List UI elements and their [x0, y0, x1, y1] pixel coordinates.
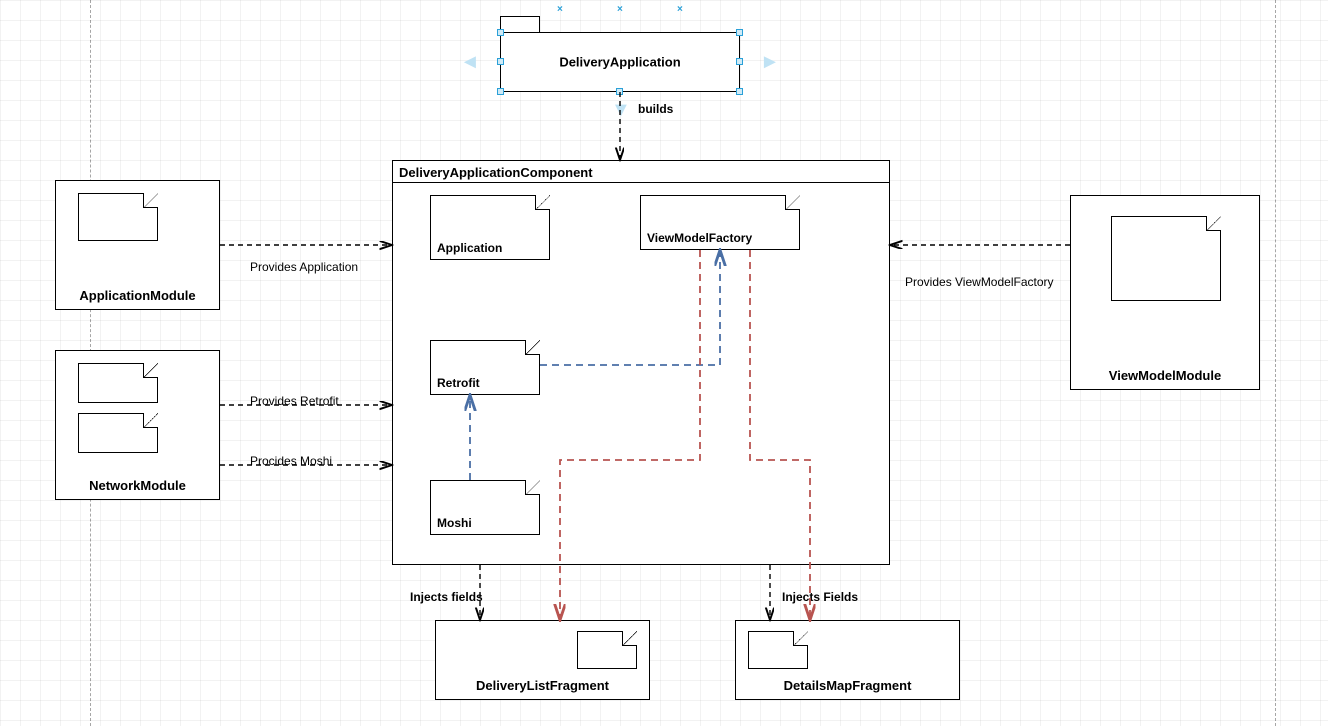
injects-fields-right-label: Injects Fields [782, 590, 858, 604]
retrofit-note-label: Retrofit [437, 376, 480, 390]
details-map-fragment-label: DetailsMapFragment [784, 678, 912, 693]
viewmodelfactory-note[interactable]: ViewModelFactory [640, 195, 800, 250]
delivery-list-fragment-label: DeliveryListFragment [476, 678, 609, 693]
viewmodel-module-label: ViewModelModule [1109, 368, 1221, 383]
application-module-label: ApplicationModule [79, 288, 195, 303]
network-module[interactable]: NetworkModule [55, 350, 220, 500]
details-map-fragment-inner-note [748, 631, 808, 669]
moshi-note[interactable]: Moshi [430, 480, 540, 535]
component-title: DeliveryApplicationComponent [399, 165, 593, 180]
moshi-note-label: Moshi [437, 516, 472, 530]
provides-moshi-label: Procides Moshi [250, 454, 332, 468]
application-module-inner-note [78, 193, 158, 241]
builds-label: builds [638, 102, 673, 116]
viewmodel-module-inner-note [1111, 216, 1221, 301]
application-note[interactable]: Application [430, 195, 550, 260]
application-module[interactable]: ApplicationModule [55, 180, 220, 310]
network-module-inner-note-1 [78, 363, 158, 403]
delivery-list-fragment[interactable]: DeliveryListFragment [435, 620, 650, 700]
injects-fields-left-label: Injects fields [410, 590, 483, 604]
delivery-application-label: DeliveryApplication [559, 55, 680, 70]
delivery-application-tab[interactable] [500, 16, 540, 32]
provides-application-label: Provides Application [250, 260, 358, 274]
network-module-label: NetworkModule [89, 478, 186, 493]
network-module-inner-note-2 [78, 413, 158, 453]
delivery-application-package[interactable]: DeliveryApplication [500, 32, 740, 92]
provides-retrofit-label: Provides Retrofit [250, 394, 339, 408]
viewmodel-module[interactable]: ViewModelModule [1070, 195, 1260, 390]
details-map-fragment[interactable]: DetailsMapFragment [735, 620, 960, 700]
retrofit-note[interactable]: Retrofit [430, 340, 540, 395]
viewmodelfactory-note-label: ViewModelFactory [647, 231, 752, 245]
application-note-label: Application [437, 241, 502, 255]
delivery-list-fragment-inner-note [577, 631, 637, 669]
provides-viewmodelfactory-label: Provides ViewModelFactory [905, 275, 1054, 289]
